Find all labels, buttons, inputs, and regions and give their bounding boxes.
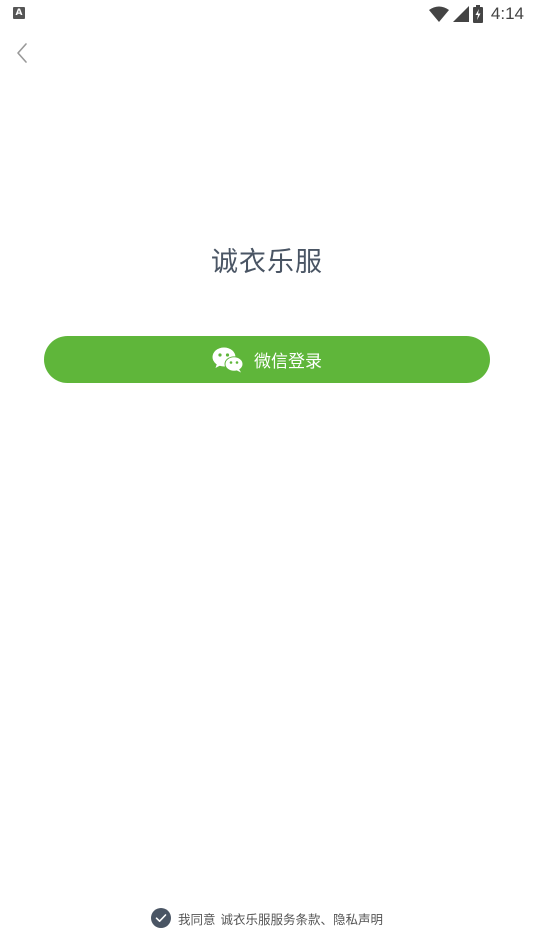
- status-time: 4:14: [490, 4, 524, 23]
- back-button[interactable]: [10, 40, 36, 66]
- notification-a-icon: A: [13, 7, 25, 19]
- chevron-left-icon: [17, 43, 27, 63]
- cell-signal-icon: [452, 6, 469, 22]
- wechat-login-button[interactable]: 微信登录: [44, 336, 490, 383]
- status-bar-right: 4:14: [428, 3, 524, 25]
- wechat-login-label: 微信登录: [254, 352, 322, 372]
- terms-privacy-link[interactable]: 诚衣乐服服务条款、隐私声明: [221, 909, 384, 928]
- agree-checkbox[interactable]: [150, 908, 171, 928]
- status-bar: A 4:14: [0, 0, 534, 28]
- agreement-row: 我同意 诚衣乐服服务条款、隐私声明: [0, 907, 534, 929]
- agreement-text: 我同意 诚衣乐服服务条款、隐私声明: [178, 909, 383, 928]
- battery-charging-icon: [472, 5, 483, 23]
- app-title: 诚衣乐服: [211, 247, 323, 278]
- agreement-prefix: 我同意: [177, 911, 216, 927]
- wechat-icon: [212, 347, 244, 372]
- wifi-icon: [428, 6, 449, 22]
